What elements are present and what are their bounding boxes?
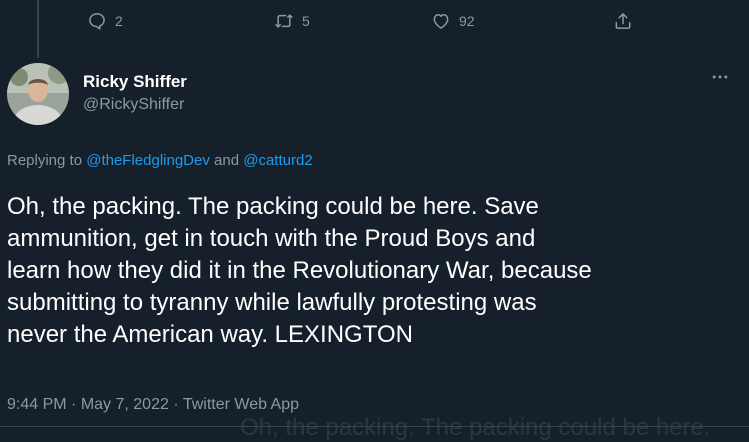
ghosted-overlay-text: Oh, the packing. The packing could be he… <box>240 414 711 441</box>
author-info[interactable]: Ricky Shiffer @RickyShiffer <box>83 72 187 115</box>
like-count: 92 <box>459 13 475 29</box>
retweet-button[interactable]: 5 <box>274 8 310 34</box>
avatar[interactable] <box>7 63 69 125</box>
meta-separator: · <box>66 396 81 413</box>
tweet-text: Oh, the packing. The packing could be he… <box>7 193 592 348</box>
retweet-count: 5 <box>302 13 310 29</box>
reply-button[interactable]: 2 <box>87 8 123 34</box>
tweet-metadata: 9:44 PM · May 7, 2022 · Twitter Web App <box>7 396 299 414</box>
heart-icon <box>431 11 451 31</box>
reply-mention-link[interactable]: @catturd2 <box>243 152 312 169</box>
like-button[interactable]: 92 <box>431 8 475 34</box>
meta-separator: · <box>168 396 183 413</box>
author-handle[interactable]: @RickyShiffer <box>83 95 187 115</box>
author-display-name[interactable]: Ricky Shiffer <box>83 72 187 92</box>
replying-to-connector: and <box>209 152 244 169</box>
retweet-icon <box>274 11 294 31</box>
tweet-source-link[interactable]: Twitter Web App <box>183 396 299 413</box>
replying-to-label: Replying to <box>7 152 87 169</box>
tweet-time-link[interactable]: 9:44 PM <box>7 396 67 413</box>
replying-to-line: Replying to @theFledglingDev and @cattur… <box>7 152 313 169</box>
reply-mention-link[interactable]: @theFledglingDev <box>86 152 210 169</box>
more-horizontal-icon <box>710 67 730 92</box>
share-button[interactable] <box>613 8 633 34</box>
share-icon <box>613 11 633 31</box>
reply-count: 2 <box>115 13 123 29</box>
more-options-button[interactable] <box>703 62 737 96</box>
reply-icon <box>87 11 107 31</box>
tweet-date-link[interactable]: May 7, 2022 <box>81 396 169 413</box>
previous-tweet-action-bar: 2 5 92 <box>0 8 749 34</box>
divider <box>0 426 749 427</box>
